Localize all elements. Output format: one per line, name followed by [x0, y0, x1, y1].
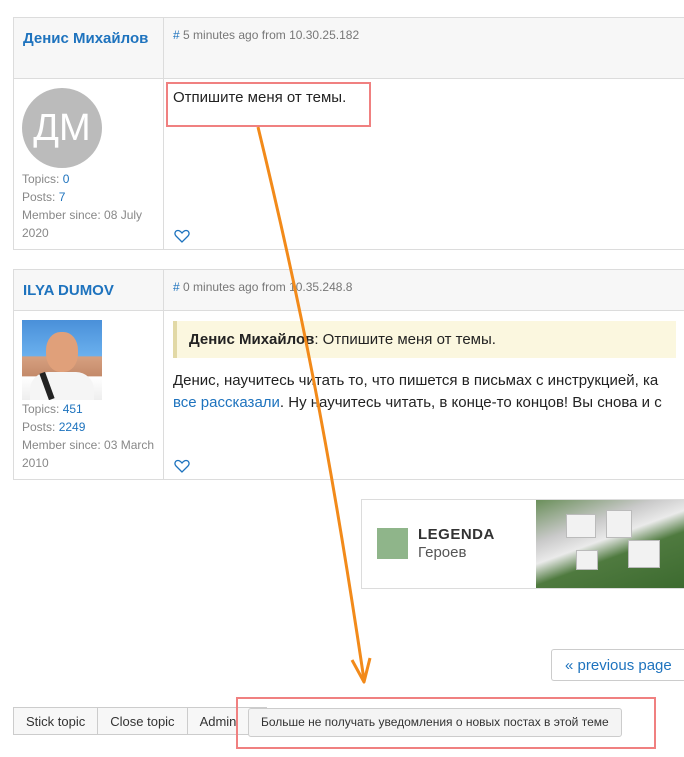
ad-banner[interactable]: LEGENDA Героев	[361, 499, 684, 589]
post-text-line-2: все рассказали. Ну научитесь читать, в к…	[173, 392, 676, 414]
topics-count-link[interactable]: 451	[63, 402, 83, 416]
author-name-link[interactable]: Денис Михайлов	[23, 28, 154, 50]
ad-photo	[536, 500, 684, 588]
post-header: Денис Михайлов # 5 minutes ago from 10.3…	[14, 18, 684, 79]
ad-brand: LEGENDA	[418, 526, 495, 543]
user-topics: Topics: 451	[22, 402, 83, 416]
avatar[interactable]	[22, 320, 102, 400]
stick-topic-button[interactable]: Stick topic	[13, 707, 99, 735]
quote-author: Денис Михайлов	[189, 331, 315, 348]
avatar-face	[46, 332, 78, 372]
posts-count-link[interactable]: 7	[59, 190, 66, 204]
permalink-hash[interactable]: #	[173, 28, 180, 42]
admin-toolbar: Stick topic Close topic Admin	[13, 707, 268, 735]
user-topics: Topics: 0	[22, 172, 70, 186]
ad-subtitle: Героев	[418, 544, 467, 561]
user-info: Topics: 451 Posts: 2249 Member since: 03…	[14, 311, 164, 479]
content-link[interactable]: все рассказали	[173, 394, 280, 411]
highlight-box-unsubscribe	[236, 697, 656, 749]
quote-text: : Отпишите меня от темы.	[314, 331, 496, 348]
previous-page-button[interactable]: « previous page	[551, 649, 684, 681]
user-posts: Posts: 7	[22, 190, 66, 204]
posts-count-link[interactable]: 2249	[59, 420, 86, 434]
ad-logo-icon	[377, 528, 408, 559]
author-cell: ILYA DUMOV	[14, 270, 164, 310]
post-text-line-1: Денис, научитесь читать то, что пишется …	[173, 372, 659, 389]
user-info: ДМ Topics: 0 Posts: 7 Member since: 08 J…	[14, 79, 164, 249]
member-since: Member since: 08 July 2020	[22, 208, 143, 240]
post-timestamp: 0 minutes ago from 10.35.248.8	[179, 280, 353, 294]
heart-outline-icon[interactable]	[174, 229, 190, 243]
post-meta: # 5 minutes ago from 10.30.25.182	[164, 18, 684, 78]
post-text-rest: . Ну научитесь читать, в конце-то концов…	[279, 394, 662, 411]
post-timestamp: 5 minutes ago from 10.30.25.182	[179, 28, 360, 42]
post-2: ILYA DUMOV # 0 minutes ago from 10.35.24…	[13, 269, 684, 480]
heart-outline-icon[interactable]	[174, 459, 190, 473]
author-cell: Денис Михайлов	[14, 18, 164, 78]
highlight-box-post-text	[166, 82, 371, 127]
post-body: Topics: 451 Posts: 2249 Member since: 03…	[14, 311, 684, 479]
permalink-hash[interactable]: #	[173, 280, 180, 294]
post-meta: # 0 minutes ago from 10.35.248.8	[164, 270, 684, 310]
close-topic-button[interactable]: Close topic	[97, 707, 188, 735]
topics-count-link[interactable]: 0	[63, 172, 70, 186]
quote-block: Денис Михайлов: Отпишите меня от темы.	[173, 321, 676, 358]
post-header: ILYA DUMOV # 0 minutes ago from 10.35.24…	[14, 270, 684, 311]
user-posts: Posts: 2249	[22, 420, 86, 434]
avatar[interactable]: ДМ	[22, 88, 102, 168]
post-1: Денис Михайлов # 5 minutes ago from 10.3…	[13, 17, 684, 250]
post-content: Денис Михайлов: Отпишите меня от темы. Д…	[164, 311, 684, 479]
author-name-link[interactable]: ILYA DUMOV	[23, 280, 154, 302]
member-since: Member since: 03 March 2010	[22, 438, 155, 470]
